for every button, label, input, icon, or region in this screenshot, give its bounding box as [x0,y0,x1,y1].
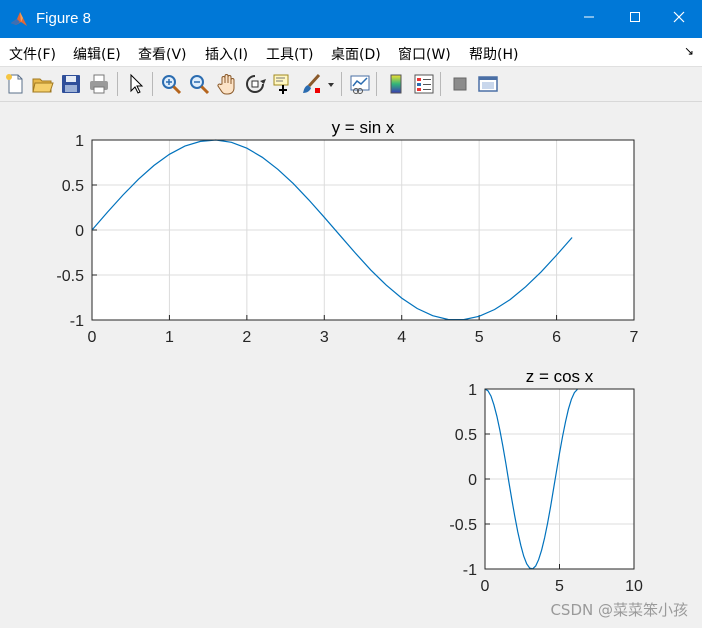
sin-plot-y-tick-label: 0.5 [62,178,84,195]
rotate-3d-icon[interactable] [243,72,267,96]
sin-plot-x-tick-label: 7 [630,329,639,346]
toolbar-separator [117,72,118,96]
menu-view[interactable]: 查看(V) [138,44,187,64]
cos-plot-y-tick-label: -0.5 [449,517,477,534]
legend-icon[interactable] [412,72,436,96]
colorbar-icon[interactable] [384,72,408,96]
data-cursor-icon[interactable] [271,72,295,96]
cos-plot-y-tick-label: 1 [468,382,477,399]
menu-tools[interactable]: 工具(T) [266,44,313,64]
cos-plot-x-tick-label: 0 [481,578,490,595]
chevron-down-icon[interactable] [325,72,337,96]
sin-plot-y-tick-label: -0.5 [56,268,84,285]
menu-edit[interactable]: 编辑(E) [73,44,121,64]
sin-plot-x-tick-label: 4 [397,329,406,346]
minimize-icon [583,10,595,28]
hide-plot-tools-icon[interactable] [448,72,472,96]
sin-plot-x-tick-label: 0 [88,329,97,346]
close-button[interactable] [656,0,702,38]
save-icon[interactable] [59,72,83,96]
dock-arrow-icon[interactable]: ↘ [684,44,694,58]
sin-plot-x-tick-label: 6 [552,329,561,346]
new-figure-icon[interactable] [3,72,27,96]
sin-plot-x-tick-label: 1 [165,329,174,346]
menu-file[interactable]: 文件(F) [9,44,56,64]
cos-plot-y-tick-label: -1 [463,562,477,579]
figure-toolbar [0,67,702,102]
sin-plot-y-tick-label: 1 [75,133,84,150]
print-icon[interactable] [87,72,111,96]
toolbar-separator [341,72,342,96]
zoom-out-icon[interactable] [187,72,211,96]
window-title: Figure 8 [36,10,92,27]
title-bar: Figure 8 [0,0,702,38]
toolbar-separator [440,72,441,96]
pan-hand-icon[interactable] [215,72,239,96]
show-plot-tools-icon[interactable] [476,72,500,96]
menu-help[interactable]: 帮助(H) [469,44,518,64]
matlab-logo-icon [10,10,28,28]
sin-plot-title: y = sin x [332,118,395,137]
sin-plot-x-tick-label: 2 [242,329,251,346]
toolbar-separator [152,72,153,96]
menu-desktop[interactable]: 桌面(D) [331,44,381,64]
maximize-icon [629,10,641,28]
cos-plot-x-tick-label: 10 [625,578,643,595]
zoom-in-icon[interactable] [159,72,183,96]
cos-plot-title: z = cos x [526,367,594,386]
close-icon [673,10,685,28]
cos-plot-y-tick-label: 0.5 [455,427,477,444]
sin-plot-y-tick-label: -1 [70,313,84,330]
sin-plot-x-tick-label: 5 [475,329,484,346]
cos-plot-y-tick-label: 0 [468,472,477,489]
select-pointer-icon[interactable] [124,72,148,96]
brush-icon[interactable] [299,72,323,96]
toolbar-separator [376,72,377,96]
menu-bar: 文件(F) 编辑(E) 查看(V) 插入(I) 工具(T) 桌面(D) 窗口(W… [0,38,702,67]
open-file-icon[interactable] [31,72,55,96]
figure-canvas[interactable]: 0 1 2 3 4 5 6 7 1 0.5 0 -0.5 -1 y = sin x 0 5 10 1 0.5 0 -0.… [0,102,702,628]
sin-plot-y-tick-label: 0 [75,223,84,240]
watermark-text: CSDN @菜菜笨小孩 [550,601,688,619]
sin-plot-x-tick-label: 3 [320,329,329,346]
minimize-button[interactable] [566,0,612,38]
maximize-button[interactable] [612,0,658,38]
menu-window[interactable]: 窗口(W) [398,44,451,64]
link-plot-icon[interactable] [348,72,372,96]
menu-insert[interactable]: 插入(I) [205,44,248,64]
cos-plot-x-tick-label: 5 [555,578,564,595]
